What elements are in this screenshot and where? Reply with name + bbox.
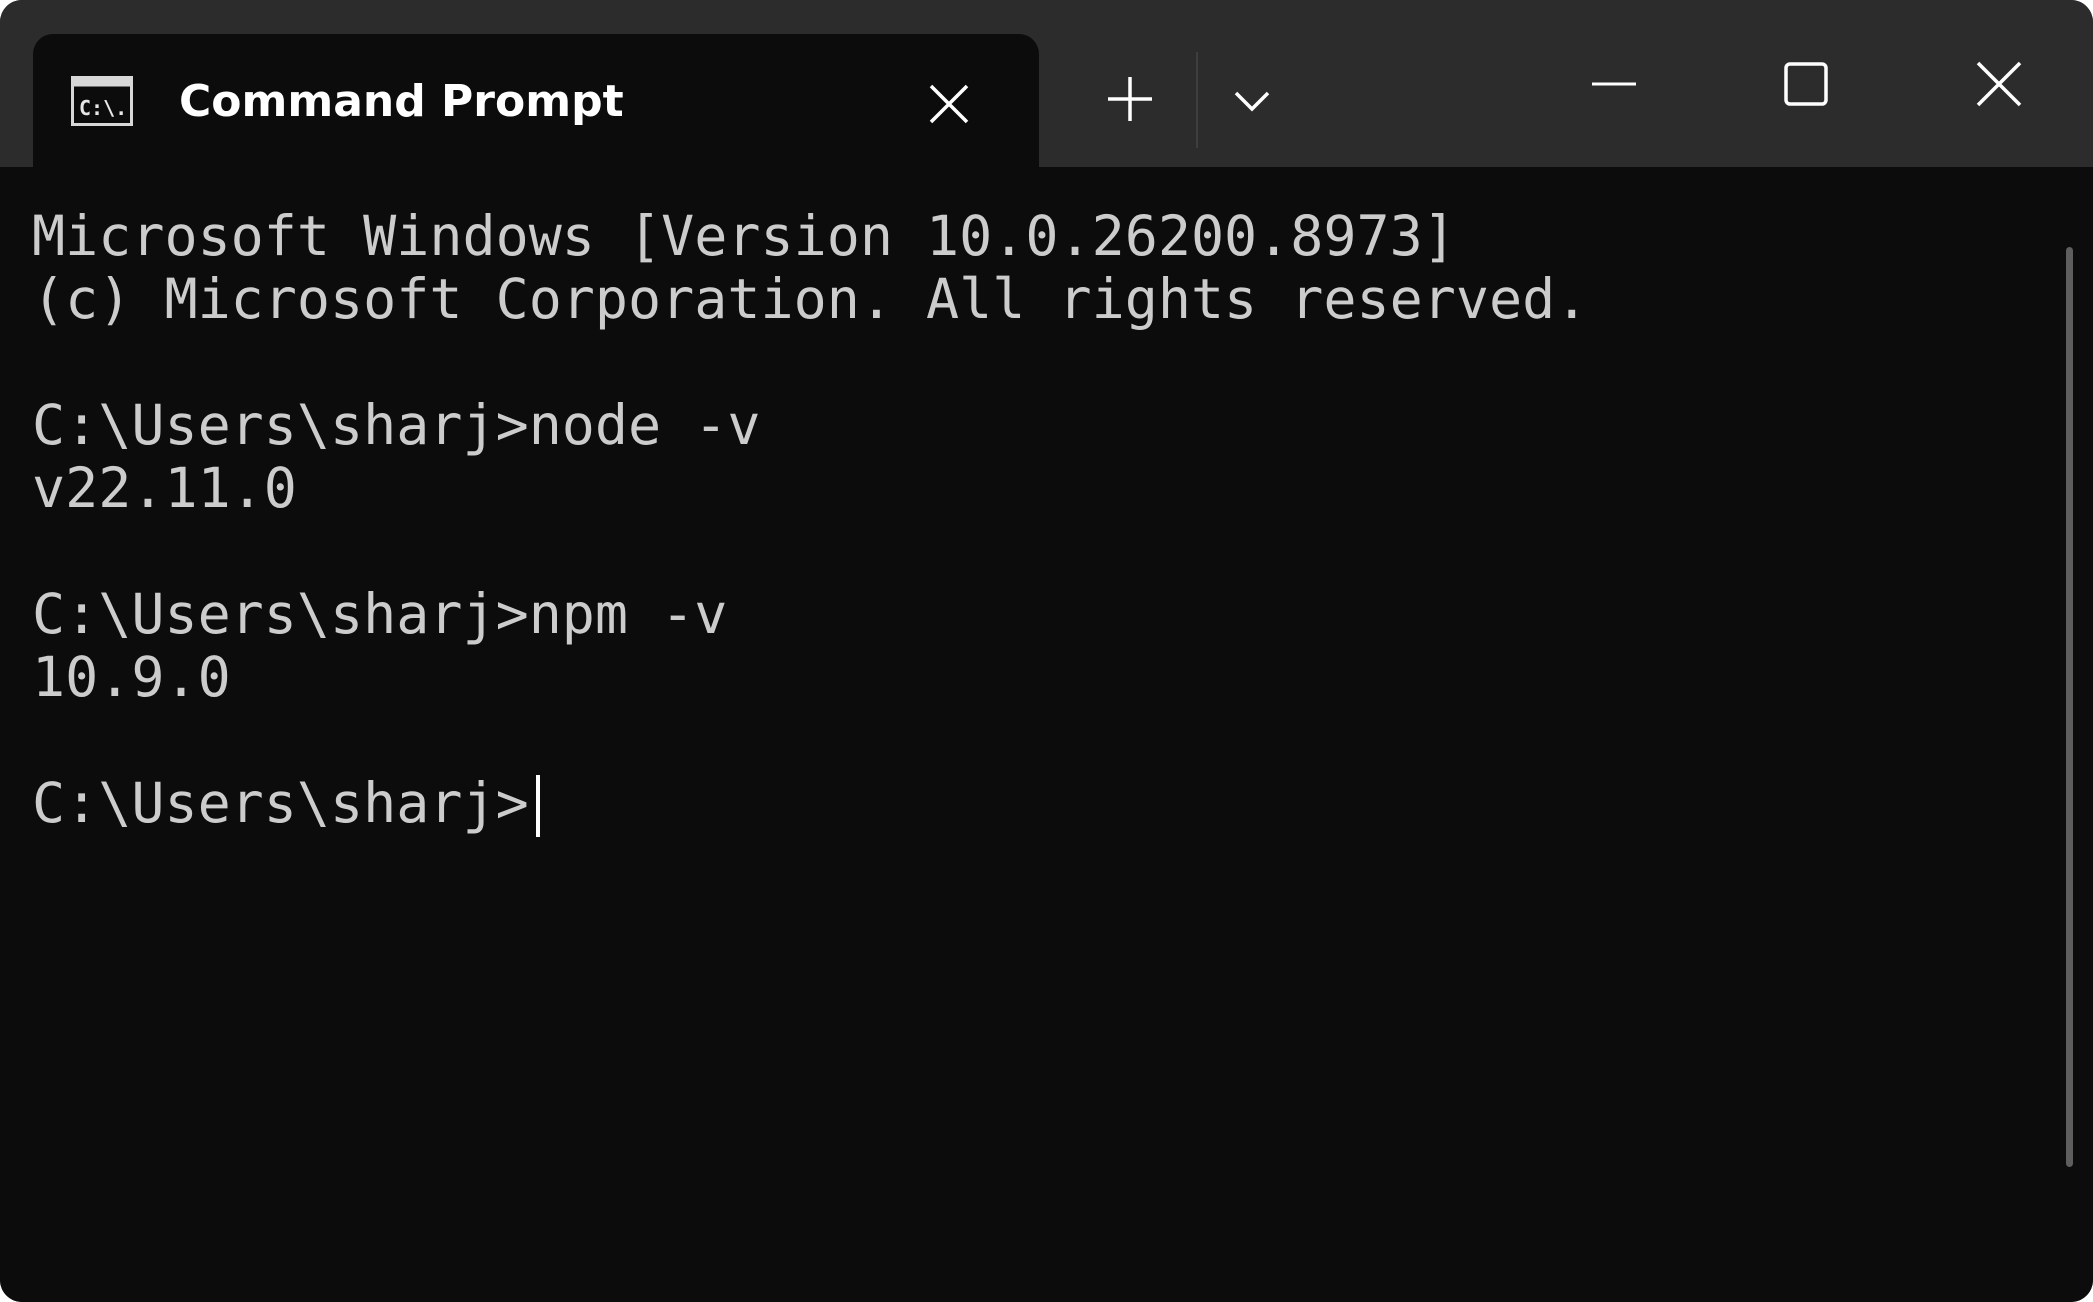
- tab-command-prompt[interactable]: C:\. Command Prompt: [33, 34, 1039, 167]
- window-close-button[interactable]: [1959, 44, 2039, 124]
- tab-separator: [1196, 52, 1198, 148]
- new-tab-button[interactable]: [1100, 66, 1160, 132]
- terminal-line: v22.11.0: [32, 456, 297, 520]
- close-icon: [929, 84, 969, 124]
- terminal-output[interactable]: Microsoft Windows [Version 10.0.26200.89…: [0, 167, 2093, 1302]
- scrollbar[interactable]: [2066, 247, 2073, 1167]
- title-bar: C:\. Command Prompt: [0, 0, 2093, 167]
- tab-dropdown-button[interactable]: [1221, 70, 1283, 132]
- minimize-button[interactable]: [1574, 44, 1654, 124]
- terminal-line: 10.9.0: [32, 645, 231, 709]
- terminal-line: (c) Microsoft Corporation. All rights re…: [32, 267, 1589, 331]
- maximize-button[interactable]: [1766, 44, 1846, 124]
- terminal-line: C:\Users\sharj>npm -v: [32, 582, 728, 646]
- maximize-icon: [1784, 62, 1828, 106]
- cmd-icon: C:\.: [71, 76, 133, 126]
- terminal-prompt-line: C:\Users\sharj>: [32, 771, 529, 835]
- minimize-icon: [1592, 82, 1636, 86]
- cmd-icon-label: C:\.: [79, 96, 127, 120]
- terminal-line: Microsoft Windows [Version 10.0.26200.89…: [32, 204, 1456, 268]
- plus-icon: [1108, 77, 1152, 121]
- tab-close-button[interactable]: [919, 74, 979, 134]
- terminal-window: C:\. Command Prompt Microsoft Windows [V…: [0, 0, 2093, 1302]
- chevron-down-icon: [1234, 91, 1270, 112]
- tab-title: Command Prompt: [179, 76, 624, 127]
- terminal-line: C:\Users\sharj>node -v: [32, 393, 761, 457]
- close-icon: [1976, 61, 2022, 107]
- text-cursor: [536, 775, 540, 837]
